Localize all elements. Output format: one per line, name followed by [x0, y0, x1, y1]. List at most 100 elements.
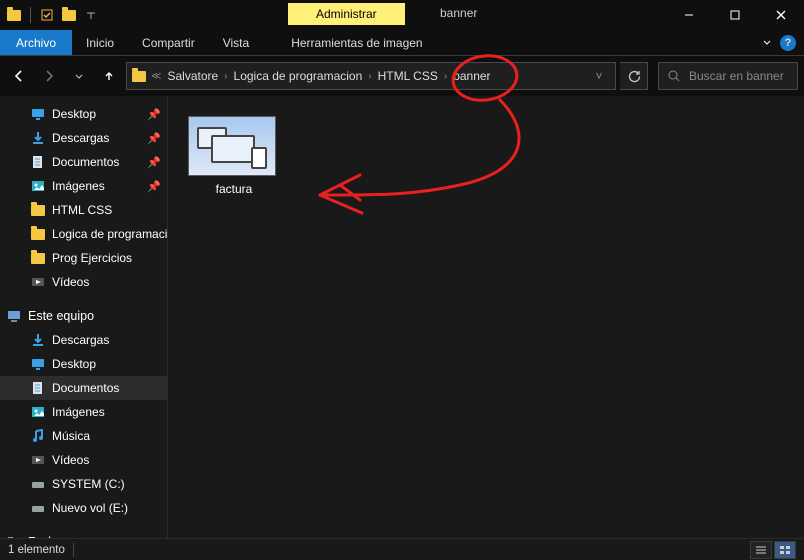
file-name-label: factura [188, 182, 280, 196]
pin-icon: 📌 [147, 108, 161, 121]
sidebar-item-icon [30, 274, 46, 290]
sidebar-item-label: Prog Ejercicios [52, 251, 132, 265]
breadcrumb-bar[interactable]: ≪ Salvatore › Logica de programacion › H… [126, 62, 616, 90]
sidebar-item-icon [30, 332, 46, 348]
sidebar-item-label: Vídeos [52, 453, 89, 467]
sidebar-item[interactable]: Imágenes [0, 400, 167, 424]
folder-app-icon [6, 7, 22, 23]
file-item[interactable]: factura [188, 116, 280, 196]
nav-recent-dropdown[interactable] [66, 63, 92, 89]
sidebar-item[interactable]: Documentos 📌 [0, 150, 167, 174]
sidebar-item-icon [30, 500, 46, 516]
minimize-button[interactable] [666, 0, 712, 30]
maximize-button[interactable] [712, 0, 758, 30]
search-box[interactable]: Buscar en banner [658, 62, 798, 90]
sidebar-header-label: Este equipo [28, 309, 94, 323]
sidebar-item-label: Desktop [52, 107, 96, 121]
sidebar-item[interactable]: Prog Ejercicios [0, 246, 167, 270]
breadcrumb-item[interactable]: Salvatore [165, 69, 220, 83]
chevron-right-icon[interactable]: › [224, 71, 227, 82]
navigation-pane: Desktop 📌 Descargas 📌 Documentos 📌 Imágenes 📌 HT… [0, 96, 168, 538]
sidebar-item-label: Desktop [52, 357, 96, 371]
sidebar-item-icon [30, 452, 46, 468]
ribbon-file-tab[interactable]: Archivo [0, 30, 72, 55]
sidebar-item[interactable]: Descargas [0, 328, 167, 352]
qat-customize-icon[interactable] [83, 7, 99, 23]
chevron-right-icon[interactable]: ≪ [151, 71, 161, 82]
sidebar-item[interactable]: Desktop [0, 352, 167, 376]
sidebar-item-icon [30, 356, 46, 372]
qat-newfolder-icon[interactable] [61, 7, 77, 23]
chevron-right-icon[interactable]: › [444, 71, 447, 82]
chevron-right-icon[interactable]: › [368, 71, 371, 82]
nav-forward-button[interactable] [36, 63, 62, 89]
sidebar-item-icon [30, 130, 46, 146]
ribbon-tab-inicio[interactable]: Inicio [72, 30, 128, 55]
sidebar-item[interactable]: Logica de programacion [0, 222, 167, 246]
sidebar-item-label: Descargas [52, 131, 109, 145]
search-placeholder: Buscar en banner [689, 69, 784, 83]
sidebar-item[interactable]: Música [0, 424, 167, 448]
sidebar-item[interactable]: SYSTEM (C:) [0, 472, 167, 496]
breadcrumb-item[interactable]: HTML CSS [376, 69, 440, 83]
ribbon-tab-compartir[interactable]: Compartir [128, 30, 209, 55]
sidebar-item-label: Descargas [52, 333, 109, 347]
sidebar-item[interactable]: Documentos [0, 376, 167, 400]
nav-up-button[interactable] [96, 63, 122, 89]
sidebar-item-icon [30, 178, 46, 194]
status-bar: 1 elemento [0, 538, 804, 560]
sidebar-item-label: Documentos [52, 155, 119, 169]
title-bar: Administrar banner [0, 0, 804, 30]
sidebar-header-network[interactable]: Red [0, 530, 167, 538]
nav-back-button[interactable] [6, 63, 32, 89]
sidebar-item[interactable]: Desktop 📌 [0, 102, 167, 126]
sidebar-item-label: Imágenes [52, 405, 105, 419]
sidebar-item-label: HTML CSS [52, 203, 112, 217]
qat-properties-icon[interactable] [39, 7, 55, 23]
sidebar-item-icon [30, 428, 46, 444]
pc-icon [6, 308, 22, 324]
breadcrumb-folder-icon [131, 68, 147, 84]
file-list-pane[interactable]: factura [168, 96, 804, 538]
view-icons-button[interactable] [774, 541, 796, 559]
sidebar-item-label: SYSTEM (C:) [52, 477, 125, 491]
refresh-button[interactable] [620, 62, 648, 90]
search-icon [667, 69, 681, 83]
ribbon-tabs: Archivo Inicio Compartir Vista Herramien… [0, 30, 804, 56]
ribbon-context-title: Administrar [288, 3, 405, 25]
file-thumbnail [188, 116, 276, 176]
sidebar-item-icon [30, 404, 46, 420]
close-button[interactable] [758, 0, 804, 30]
ribbon-collapse-icon[interactable] [762, 36, 772, 50]
sidebar-item[interactable]: Vídeos [0, 270, 167, 294]
sidebar-item-icon [30, 202, 46, 218]
sidebar-item[interactable]: Vídeos [0, 448, 167, 472]
status-item-count: 1 elemento [8, 544, 65, 556]
sidebar-item[interactable]: HTML CSS [0, 198, 167, 222]
sidebar-item-icon [30, 106, 46, 122]
breadcrumb-dropdown[interactable]: ˅ [587, 69, 611, 83]
help-button[interactable]: ? [780, 35, 796, 51]
sidebar-item-label: Vídeos [52, 275, 89, 289]
sidebar-item-label: Música [52, 429, 90, 443]
sidebar-item-icon [30, 250, 46, 266]
sidebar-item-label: Documentos [52, 381, 119, 395]
sidebar-item-label: Logica de programacion [52, 227, 168, 241]
sidebar-header-thispc[interactable]: Este equipo [0, 304, 167, 328]
sidebar-item-label: Imágenes [52, 179, 105, 193]
sidebar-item-icon [30, 226, 46, 242]
sidebar-item[interactable]: Descargas 📌 [0, 126, 167, 150]
sidebar-item-icon [30, 380, 46, 396]
ribbon-tab-vista[interactable]: Vista [209, 30, 263, 55]
breadcrumb-item[interactable]: banner [451, 69, 492, 83]
pin-icon: 📌 [147, 180, 161, 193]
address-bar-row: ≪ Salvatore › Logica de programacion › H… [0, 56, 804, 96]
sidebar-item-label: Nuevo vol (E:) [52, 501, 128, 515]
pin-icon: 📌 [147, 156, 161, 169]
ribbon-tab-herramientas[interactable]: Herramientas de imagen [277, 30, 436, 55]
view-details-button[interactable] [750, 541, 772, 559]
sidebar-item[interactable]: Nuevo vol (E:) [0, 496, 167, 520]
breadcrumb-item[interactable]: Logica de programacion [232, 69, 365, 83]
pin-icon: 📌 [147, 132, 161, 145]
sidebar-item[interactable]: Imágenes 📌 [0, 174, 167, 198]
